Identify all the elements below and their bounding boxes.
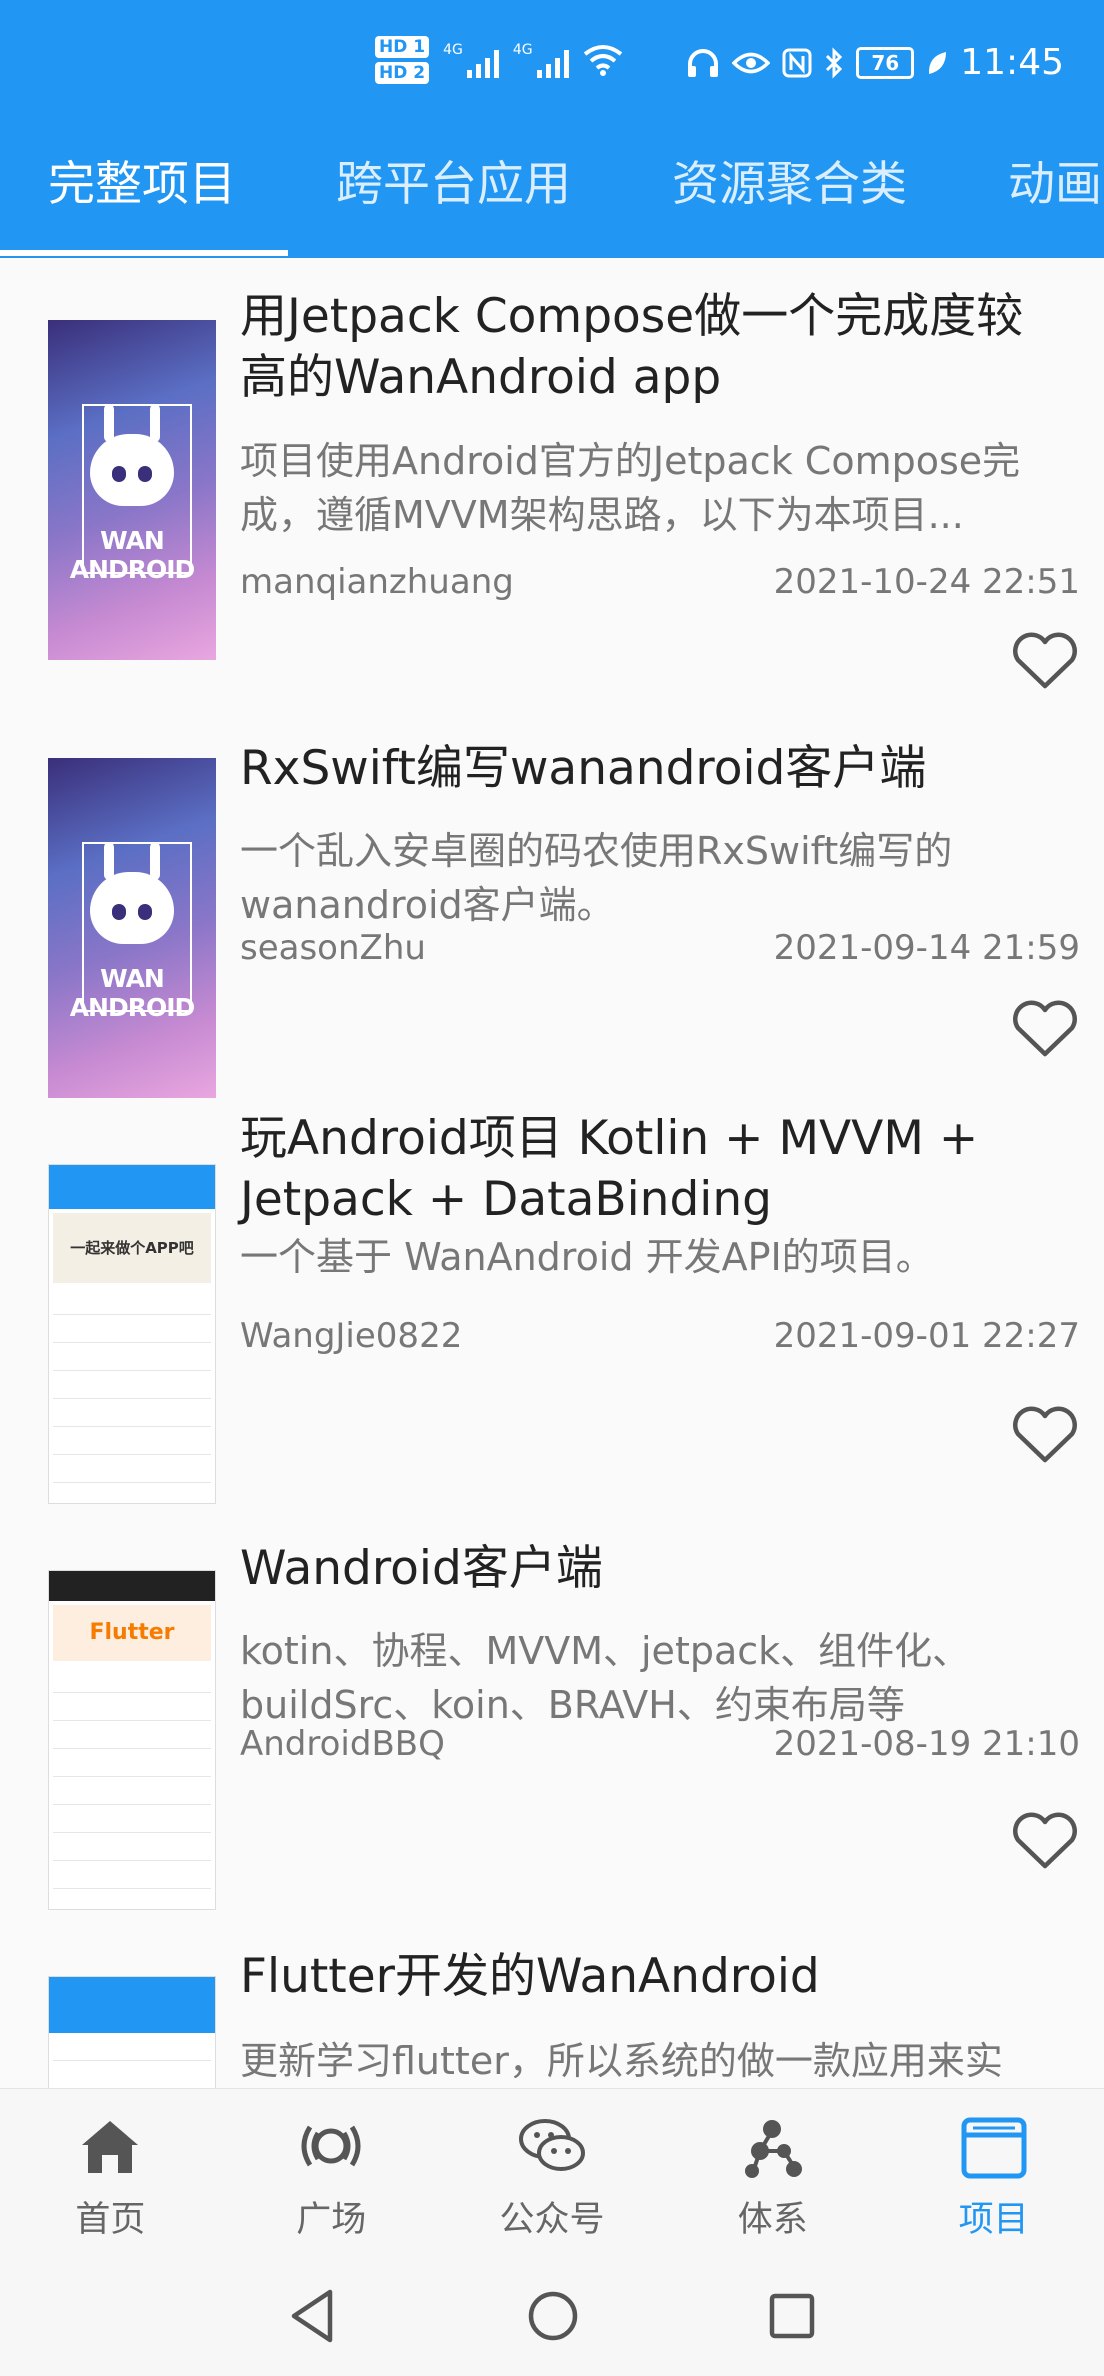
- project-card[interactable]: Flutter Wandroid客户端 kotin、协程、MVVM、jetpac…: [0, 1506, 1104, 1912]
- thumbnail-text: WAN ANDROID: [69, 964, 196, 1022]
- project-description: 项目使用Android官方的Jetpack Compose完成，遵循MVVM架构…: [240, 439, 1021, 537]
- tab-resource-aggregation[interactable]: 资源聚合类: [672, 150, 907, 256]
- project-author[interactable]: manqianzhuang: [240, 562, 514, 602]
- nav-projects[interactable]: 项目: [883, 2089, 1104, 2264]
- bluetooth-icon: [826, 46, 843, 79]
- broadcast-icon: [301, 2125, 361, 2167]
- project-author[interactable]: AndroidBBQ: [240, 1724, 445, 1764]
- thumbnail-text: WAN ANDROID: [69, 526, 196, 584]
- project-description: kotin、协程、MVVM、jetpack、组件化、buildSrc、koin、…: [240, 1629, 971, 1727]
- headphones-icon: [688, 48, 719, 77]
- back-icon[interactable]: [286, 2286, 340, 2346]
- eye-icon: [732, 52, 771, 73]
- thumbnail-text: Flutter: [53, 1605, 211, 1661]
- project-description: 一个基于 WanAndroid 开发API的项目。: [240, 1235, 934, 1279]
- nav-label: 项目: [958, 2200, 1029, 2240]
- signal-indicators: HD 1 HD 2 4G 4G: [375, 36, 623, 84]
- clock: 11:45: [960, 42, 1064, 83]
- bottom-navigation: 首页 广场 公众号 体系 项目: [0, 2088, 1104, 2264]
- project-author[interactable]: WangJie0822: [240, 1316, 462, 1356]
- project-thumbnail[interactable]: [48, 1976, 216, 2088]
- tab-cross-platform[interactable]: 跨平台应用: [336, 150, 571, 256]
- project-card[interactable]: WAN ANDROID RxSwift编写wanandroid客户端 一个乱入安…: [0, 694, 1104, 1100]
- signal-icon-2: 4G: [513, 42, 569, 78]
- wechat-icon: [518, 2119, 585, 2171]
- project-list[interactable]: WAN ANDROID 用Jetpack Compose做一个完成度较高的Wan…: [0, 258, 1104, 2088]
- project-title[interactable]: Flutter开发的WanAndroid: [240, 1946, 1070, 2007]
- network-type-1: 4G: [443, 42, 463, 58]
- project-date: 2021-10-24 22:51: [773, 562, 1080, 602]
- project-thumbnail[interactable]: WAN ANDROID: [48, 320, 216, 660]
- wifi-icon: [583, 45, 622, 76]
- app-bar: HD 1 HD 2 4G 4G 76 11:45 完整项目 跨平台应用 资源聚合…: [0, 0, 1104, 258]
- sim1-label: HD 1: [375, 36, 430, 58]
- category-tabs: 完整项目 跨平台应用 资源聚合类 动画: [0, 150, 1104, 256]
- project-title[interactable]: Wandroid客户端: [240, 1538, 1070, 1599]
- status-right: 76 11:45: [686, 42, 1064, 83]
- nfc-icon: [782, 48, 812, 77]
- project-thumbnail[interactable]: 一起来做个APP吧: [48, 1164, 216, 1504]
- sim2-label: HD 2: [375, 62, 430, 84]
- nav-official-accounts[interactable]: 公众号: [442, 2089, 663, 2264]
- thumbnail-text: 一起来做个APP吧: [53, 1213, 211, 1283]
- window-icon: [961, 2117, 1027, 2179]
- project-card[interactable]: 一起来做个APP吧 玩Android项目 Kotlin + MVVM + Jet…: [0, 1100, 1104, 1506]
- heart-icon[interactable]: [1012, 1812, 1078, 1870]
- sim-labels: HD 1 HD 2: [375, 36, 430, 84]
- project-title[interactable]: 玩Android项目 Kotlin + MVVM + Jetpack + Dat…: [240, 1108, 1070, 1230]
- project-date: 2021-09-14 21:59: [773, 928, 1080, 968]
- status-bar: HD 1 HD 2 4G 4G 76 11:45: [0, 0, 1104, 136]
- network-type-2: 4G: [512, 42, 533, 58]
- tab-animation[interactable]: 动画: [1008, 150, 1102, 256]
- signal-icon-1: 4G: [443, 42, 499, 78]
- nav-square[interactable]: 广场: [221, 2089, 442, 2264]
- heart-icon[interactable]: [1012, 1406, 1078, 1464]
- recents-icon[interactable]: [764, 2286, 818, 2346]
- nav-system[interactable]: 体系: [662, 2089, 883, 2264]
- project-thumbnail[interactable]: Flutter: [48, 1570, 216, 1910]
- molecule-icon: [744, 2120, 802, 2178]
- tab-complete-projects[interactable]: 完整项目: [48, 150, 236, 256]
- nav-label: 首页: [75, 2200, 146, 2240]
- leaf-icon: [929, 51, 947, 74]
- project-date: 2021-09-01 22:27: [773, 1316, 1080, 1356]
- project-thumbnail[interactable]: WAN ANDROID: [48, 758, 216, 1098]
- project-author[interactable]: seasonZhu: [240, 928, 426, 968]
- nav-label: 公众号: [499, 2200, 605, 2240]
- nav-home[interactable]: 首页: [0, 2089, 221, 2264]
- home-icon: [82, 2121, 139, 2173]
- heart-icon[interactable]: [1012, 1000, 1078, 1058]
- nav-label: 广场: [296, 2200, 367, 2240]
- heart-icon[interactable]: [1012, 632, 1078, 690]
- battery-indicator: 76: [856, 46, 915, 79]
- tab-indicator: [0, 250, 288, 256]
- project-card[interactable]: Flutter开发的WanAndroid 更新学习flutter，所以系统的做一…: [0, 1912, 1104, 2088]
- project-date: 2021-08-19 21:10: [773, 1724, 1080, 1764]
- nav-label: 体系: [737, 2200, 808, 2240]
- project-title[interactable]: RxSwift编写wanandroid客户端: [240, 738, 1070, 799]
- project-description: 一个乱入安卓圈的码农使用RxSwift编写的wanandroid客户端。: [240, 829, 953, 927]
- project-title[interactable]: 用Jetpack Compose做一个完成度较高的WanAndroid app: [240, 286, 1070, 408]
- project-card[interactable]: WAN ANDROID 用Jetpack Compose做一个完成度较高的Wan…: [0, 258, 1104, 694]
- home-circle-icon[interactable]: [526, 2286, 580, 2346]
- system-navigation-bar: [0, 2264, 1104, 2376]
- project-description: 更新学习flutter，所以系统的做一款应用来实: [240, 2039, 1003, 2083]
